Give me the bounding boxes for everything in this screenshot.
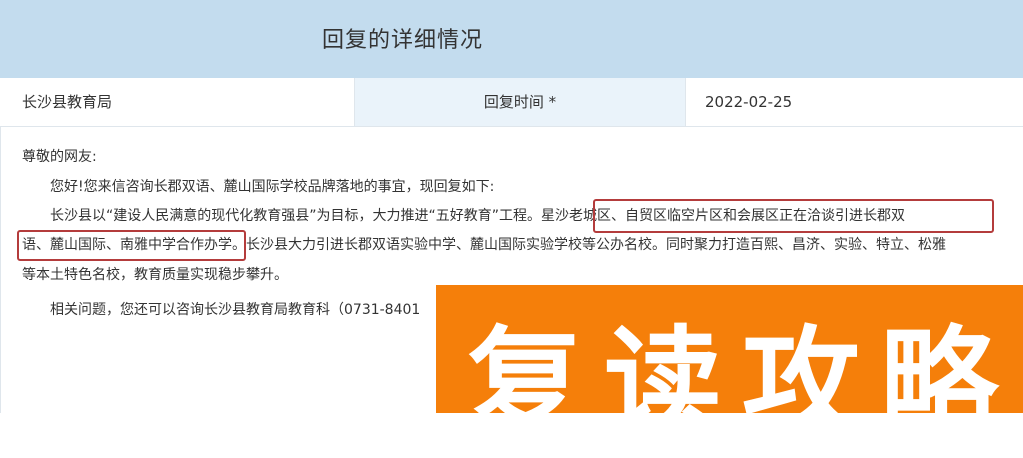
promo-banner: 复读攻略 <box>436 285 1023 452</box>
reply-paragraph: 您好!您来信咨询长郡双语、麓山国际学校品牌落地的事宜，现回复如下: <box>50 179 495 195</box>
reply-greeting: 尊敬的网友: <box>22 149 97 165</box>
page-header: 回复的详细情况 <box>0 0 1023 78</box>
promo-text: 复读攻略 <box>466 314 1019 452</box>
reply-department: 长沙县教育局 <box>0 78 355 126</box>
reply-info-row: 长沙县教育局 回复时间 * 2022-02-25 <box>0 78 1023 127</box>
content-border <box>0 126 1 413</box>
reply-date: 2022-02-25 <box>705 93 793 111</box>
highlight-box <box>593 199 994 233</box>
highlight-box <box>17 230 246 261</box>
page-title: 回复的详细情况 <box>322 28 484 53</box>
reply-time-label: 回复时间 * <box>355 78 686 126</box>
reply-paragraph: 相关问题，您还可以咨询长沙县教育局教育科（0731-8401 <box>50 302 421 318</box>
reply-paragraph: 等本土特色名校，教育质量实现稳步攀升。 <box>22 267 288 283</box>
